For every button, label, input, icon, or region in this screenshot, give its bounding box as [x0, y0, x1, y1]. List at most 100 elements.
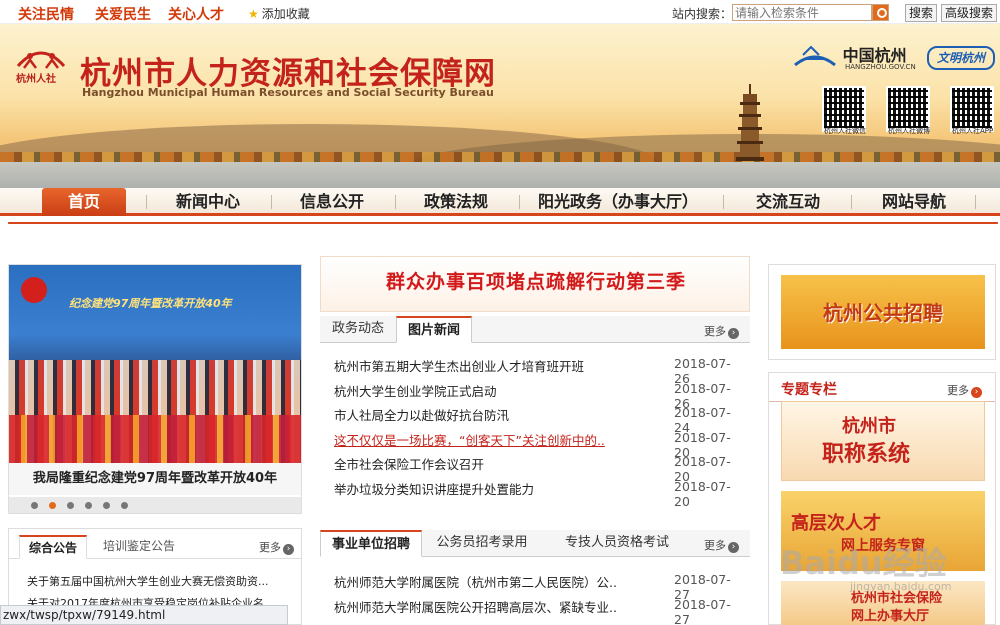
tab-qualification-exam[interactable]: 专技人员资格考试 — [552, 530, 682, 557]
qr-caption: 杭州人社微博 — [888, 127, 930, 135]
tab-training-notice[interactable]: 培训鉴定公告 — [93, 535, 185, 559]
news-row[interactable]: 举办垃圾分类知识讲座提升处置能力 2018-07-20 — [334, 479, 746, 509]
watermark: Baidu经验 — [780, 544, 947, 582]
notice-tabbar: 综合公告 培训鉴定公告 更多 › — [9, 529, 301, 559]
news-row[interactable]: 杭州师范大学附属医院（杭州市第二人民医院）公.. 2018-07-27 — [334, 572, 746, 602]
search-button[interactable]: 搜索 — [905, 4, 938, 22]
news-row[interactable]: 杭州师范大学附属医院公开招聘高层次、紧缺专业.. 2018-07-27 — [334, 597, 746, 625]
hangzhou-logo-icon — [794, 45, 836, 66]
slider-dots — [9, 497, 301, 513]
news-date: 2018-07-20 — [674, 478, 731, 509]
recruitment-panel: 事业单位招聘 公务员招考录用 专技人员资格考试 更多 › 杭州师范大学附属医院（杭… — [320, 530, 750, 625]
news-row[interactable]: 杭州市第五期大学生杰出创业人才培育班开班 2018-07-26 — [334, 356, 746, 386]
qr-code-icon — [888, 88, 928, 128]
nav-underline — [8, 216, 998, 232]
nav-divider — [851, 195, 852, 209]
news-title[interactable]: 杭州市第五期大学生杰出创业人才培育班开班 — [334, 356, 584, 375]
nav-item-sitemap[interactable]: 网站导航 — [866, 188, 962, 216]
news-panel: 政务动态 图片新闻 更多 › 杭州市第五期大学生杰出创业人才培育班开班 2018-0… — [320, 316, 750, 509]
nav-divider — [519, 195, 520, 209]
add-favorite-label: 添加收藏 — [261, 7, 310, 21]
recruit-more-link[interactable]: 更多 › — [704, 537, 739, 553]
nav-divider — [271, 195, 272, 209]
news-title[interactable]: 这不仅仅是一场比赛，“创客天下”关注创新中的.. — [334, 430, 605, 449]
slider-image[interactable]: 纪念建党97周年暨改革开放40年 — [9, 265, 301, 463]
slider-dot[interactable] — [49, 502, 56, 509]
notice-item[interactable]: 关于第五届中国杭州大学生创业大赛无偿资助资... — [27, 573, 297, 589]
news-row[interactable]: 全市社会保险工作会议召开 2018-07-20 — [334, 454, 746, 484]
slider-dot[interactable] — [31, 502, 38, 509]
banner-text: 高层次人才 — [791, 513, 881, 534]
search-input[interactable] — [732, 4, 872, 21]
banner-text: 杭州市 — [842, 416, 896, 437]
search-icon[interactable] — [872, 4, 889, 21]
news-title[interactable]: 市人社局全力以赴做好抗台防汛 — [334, 405, 509, 424]
qr-code-icon — [952, 88, 992, 128]
public-recruitment-banner[interactable]: 杭州公共招聘 — [781, 275, 985, 349]
news-title[interactable]: 举办垃圾分类知识讲座提升处置能力 — [334, 479, 534, 498]
wenming-hangzhou-link[interactable]: 文明杭州 — [927, 46, 995, 70]
notice-more-link[interactable]: 更多 › — [259, 539, 294, 555]
nav-divider — [395, 195, 396, 209]
status-bar-url: zwx/twsp/tpxw/79149.html — [0, 605, 288, 625]
nav-item-news[interactable]: 新闻中心 — [160, 188, 256, 216]
news-title[interactable]: 杭州师范大学附属医院公开招聘高层次、紧缺专业.. — [334, 597, 617, 616]
qr-caption: 杭州人社微信 — [824, 127, 866, 135]
news-row[interactable]: 市人社局全力以赴做好抗台防汛 2018-07-24 — [334, 405, 746, 435]
crowd-decoration — [9, 415, 301, 463]
chevron-right-icon: › — [728, 542, 739, 553]
hangzhou-url: HANGZHOU.GOV.CN — [845, 63, 916, 71]
tab-photo-news[interactable]: 图片新闻 — [396, 316, 472, 343]
tab-public-institution[interactable]: 事业单位招聘 — [320, 530, 422, 557]
more-label: 更多 — [947, 384, 969, 397]
slogan-1: 关注民情 — [18, 7, 74, 23]
tab-government-news[interactable]: 政务动态 — [320, 316, 396, 343]
nav-divider — [975, 195, 976, 209]
stage-banner-text: 纪念建党97周年暨改革开放40年 — [69, 297, 232, 310]
advanced-search-button[interactable]: 高级搜索 — [941, 4, 998, 22]
site-subtitle: Hangzhou Municipal Human Resources and S… — [82, 86, 494, 99]
headline-text: 群众办事百项堵点疏解行动第三季 — [385, 271, 686, 293]
nav-divider — [146, 195, 147, 209]
nav-item-home[interactable]: 首页 — [42, 188, 126, 216]
more-label: 更多 — [704, 539, 726, 552]
title-system-banner[interactable]: 杭州市 职称系统 — [781, 401, 985, 481]
news-title[interactable]: 杭州师范大学附属医院（杭州市第二人民医院）公.. — [334, 572, 617, 591]
public-recruitment-box: 杭州公共招聘 — [768, 264, 996, 360]
top-bar: 关注民情 关爱民生 关心人才 ★添加收藏 站内搜索： 搜索 高级搜索 — [0, 0, 1000, 24]
news-title[interactable]: 全市社会保险工作会议召开 — [334, 454, 484, 473]
news-more-link[interactable]: 更多 › — [704, 323, 739, 339]
main-nav: 首页 新闻中心 信息公开 政策法规 阳光政务（办事大厅） 交流互动 网站导航 — [0, 188, 1000, 216]
add-favorite-link[interactable]: ★ 添加收藏 — [248, 5, 310, 22]
slogan-2: 关爱民生 — [95, 7, 151, 23]
qr-code-icon — [824, 88, 864, 128]
nav-item-info[interactable]: 信息公开 — [284, 188, 380, 216]
news-tabbar: 政务动态 图片新闻 更多 › — [320, 316, 750, 343]
news-row[interactable]: 这不仅仅是一场比赛，“创客天下”关注创新中的.. 2018-07-20 — [334, 430, 746, 460]
qr-caption: 杭州人社APP — [952, 127, 994, 135]
slider-caption[interactable]: 我局隆重纪念建党97周年暨改革开放40年 — [9, 463, 301, 495]
slider-dot[interactable] — [121, 502, 128, 509]
tab-general-notice[interactable]: 综合公告 — [19, 535, 87, 559]
slider-dot[interactable] — [103, 502, 110, 509]
slider-dot[interactable] — [85, 502, 92, 509]
search-label: 站内搜索： — [672, 7, 733, 21]
tab-civil-servant[interactable]: 公务员招考录用 — [424, 530, 540, 557]
special-more-link[interactable]: 更多 › — [947, 382, 982, 398]
news-title[interactable]: 杭州大学生创业学院正式启动 — [334, 381, 497, 400]
nav-item-interaction[interactable]: 交流互动 — [740, 188, 836, 216]
watermark-url: jingyan.baidu.com — [850, 580, 952, 593]
more-label: 更多 — [259, 541, 281, 554]
nav-item-policy[interactable]: 政策法规 — [408, 188, 504, 216]
news-row[interactable]: 杭州大学生创业学院正式启动 2018-07-26 — [334, 381, 746, 411]
chevron-right-icon: › — [971, 387, 982, 398]
photo-slider[interactable]: 纪念建党97周年暨改革开放40年 我局隆重纪念建党97周年暨改革开放40年 — [8, 264, 302, 514]
pagoda-icon — [736, 84, 764, 161]
banner-text: 网上办事大厅 — [851, 609, 930, 624]
slogan-3: 关心人才 — [168, 7, 224, 23]
slider-dot[interactable] — [67, 502, 74, 509]
party-emblem-icon — [21, 277, 47, 303]
headline-banner[interactable]: 群众办事百项堵点疏解行动第三季 — [320, 256, 750, 312]
recruitment-tabbar: 事业单位招聘 公务员招考录用 专技人员资格考试 更多 › — [320, 530, 750, 557]
nav-item-service-hall[interactable]: 阳光政务（办事大厅） — [530, 188, 706, 216]
